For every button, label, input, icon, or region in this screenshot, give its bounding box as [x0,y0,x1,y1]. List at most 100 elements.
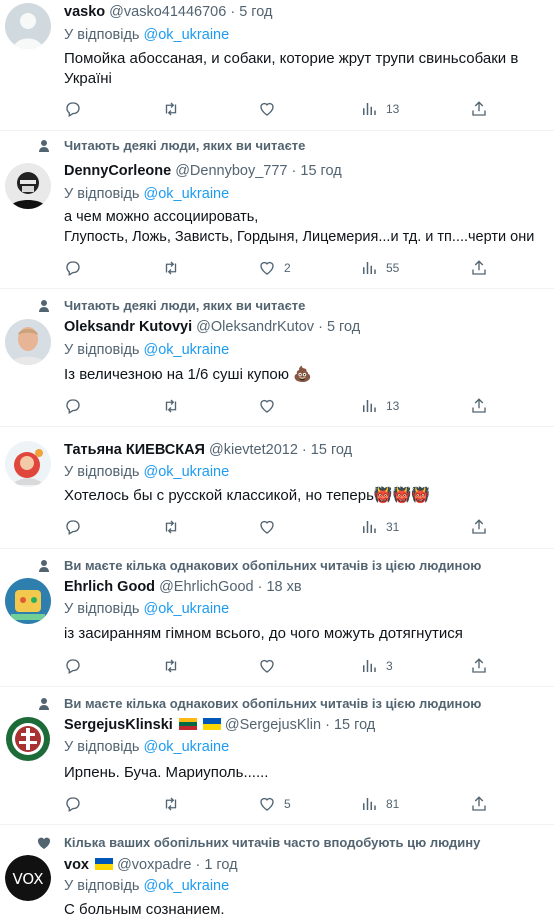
views-button[interactable]: 3 [360,656,393,676]
reply-button[interactable] [64,258,82,278]
display-name[interactable]: vox [64,857,89,873]
share-button[interactable] [470,258,488,278]
avatar[interactable] [5,319,51,365]
tweet-header: Oleksandr Kutovyi @OleksandrKutov · 5 го… [64,319,360,335]
tweet-card[interactable]: Читають деякі люди, яких ви читаєте Olek… [0,289,554,427]
avatar[interactable]: VOX [5,855,51,901]
reply-icon [66,797,80,812]
timestamp[interactable]: 15 год [311,442,352,458]
mention-link[interactable]: @ok_ukraine [144,878,230,894]
retweet-button[interactable] [162,517,180,537]
timestamp[interactable]: 5 год [239,4,272,20]
tweet-card[interactable]: Читають деякі люди, яких ви читаєте Denn… [0,131,554,289]
display-name[interactable]: Татьяна КИЕВСКАЯ [64,442,205,458]
display-name[interactable]: DennyCorleone [64,163,171,179]
display-name[interactable]: vasko [64,4,105,20]
reply-button[interactable] [64,794,82,814]
action-bar: 3 [64,656,494,676]
user-handle[interactable]: @kievtet2012 [209,442,298,458]
user-handle[interactable]: @OleksandrKutov [196,319,314,335]
user-handle[interactable]: @SergejusKlin [225,717,321,733]
timestamp[interactable]: 15 год [334,717,375,733]
reply-prefix: У відповідь [64,342,140,358]
separator-dot: · [301,442,307,458]
display-name[interactable]: Ehrlich Good [64,579,155,595]
retweet-button[interactable] [162,794,180,814]
mention-link[interactable]: @ok_ukraine [144,27,230,43]
retweet-button[interactable] [162,99,180,119]
user-handle[interactable]: @vasko41446706 [109,4,226,20]
share-button[interactable] [470,656,488,676]
views-button[interactable]: 31 [360,517,399,537]
person-icon [39,698,49,710]
views-button[interactable]: 13 [360,99,399,119]
user-handle[interactable]: @voxpadre [117,857,191,873]
like-button[interactable]: 5 [258,794,291,814]
share-button[interactable] [470,794,488,814]
view-count: 31 [386,520,400,534]
mention-link[interactable]: @ok_ukraine [144,186,230,202]
share-button[interactable] [470,99,488,119]
tweet-text: Хотелось бы с русской классикой, но тепе… [64,487,430,504]
like-button[interactable] [258,396,284,416]
heart-icon [260,102,274,116]
retweet-button[interactable] [162,396,180,416]
display-name[interactable]: Oleksandr Kutovyi [64,319,192,335]
tweet-card[interactable]: Ви маєте кілька однакових обопільних чит… [0,687,554,825]
social-context: Кілька ваших обопільних читачів часто вп… [37,835,481,851]
reply-icon [66,102,80,117]
tweet-card[interactable]: Татьяна КИЕВСКАЯ @kievtet2012 · 15 год У… [0,427,554,549]
retweet-button[interactable] [162,258,180,278]
social-context-text: Кілька ваших обопільних читачів часто вп… [64,835,481,850]
share-button[interactable] [470,396,488,416]
timestamp[interactable]: 18 хв [266,579,301,595]
avatar[interactable] [5,716,51,762]
mention-link[interactable]: @ok_ukraine [144,601,230,617]
mention-link[interactable]: @ok_ukraine [144,739,230,755]
tweet-card[interactable]: Кілька ваших обопільних читачів часто вп… [0,825,554,921]
mention-link[interactable]: @ok_ukraine [144,342,230,358]
share-button[interactable] [470,517,488,537]
tweet-header: vasko @vasko41446706 · 5 год [64,4,272,20]
timestamp[interactable]: 15 год [300,163,341,179]
timestamp[interactable]: 5 год [327,319,360,335]
analytics-icon [363,262,376,274]
reply-button[interactable] [64,656,82,676]
action-bar: 2 55 [64,258,494,278]
reply-prefix: У відповідь [64,601,140,617]
reply-button[interactable] [64,517,82,537]
avatar[interactable] [5,578,51,624]
reply-prefix: У відповідь [64,464,140,480]
display-name[interactable]: SergejusKlinski [64,717,173,733]
like-button[interactable] [258,656,284,676]
social-context: Читають деякі люди, яких ви читаєте [39,298,306,314]
views-button[interactable]: 55 [360,258,399,278]
reply-button[interactable] [64,396,82,416]
views-button[interactable]: 81 [360,794,399,814]
action-bar: 13 [64,396,494,416]
tweet-card[interactable]: vasko @vasko41446706 · 5 год У відповідь… [0,0,554,131]
avatar[interactable] [5,163,51,209]
cartoon-avatar [5,441,51,487]
separator-dot: · [325,717,330,733]
tweet-card[interactable]: Ви маєте кілька однакових обопільних чит… [0,549,554,687]
reply-button[interactable] [64,99,82,119]
avatar[interactable] [5,441,51,487]
reply-context: У відповідь @ok_ukraine [64,464,229,480]
social-context-text: Читають деякі люди, яких ви читаєте [64,298,306,313]
user-handle[interactable]: @EhrlichGood [159,579,254,595]
like-button[interactable] [258,517,284,537]
mention-link[interactable]: @ok_ukraine [144,464,230,480]
share-icon [472,398,486,413]
user-handle[interactable]: @Dennyboy_777 [175,163,287,179]
analytics-icon [363,103,376,115]
avatar[interactable] [5,3,51,49]
views-button[interactable]: 13 [360,396,399,416]
heart-icon [37,837,51,849]
like-button[interactable]: 2 [258,258,291,278]
retweet-button[interactable] [162,656,180,676]
reply-icon [66,520,80,535]
timestamp[interactable]: 1 год [204,857,237,873]
like-button[interactable] [258,99,284,119]
tweet-text: Із величезною на 1/6 суші купою 💩 [64,366,312,383]
